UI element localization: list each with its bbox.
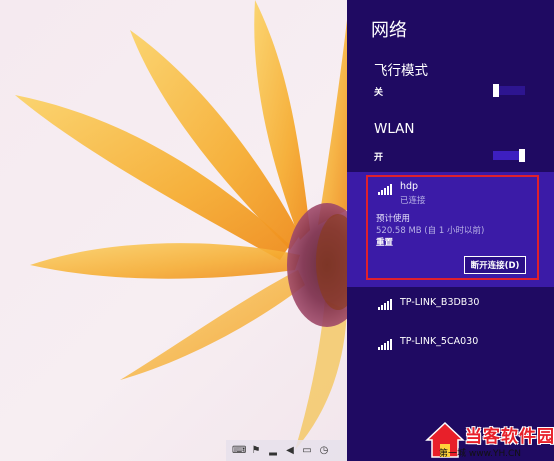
network-icon[interactable]: ▂ [266, 445, 280, 457]
battery-icon[interactable]: ▭ [300, 445, 314, 457]
screen: ⌨ ⚑ ▂ ◀ ▭ ◷ 网络 飞行模式 关 WLAN 开 hdp 已连接 预计使… [0, 0, 554, 461]
connection-status: 已连接 [400, 196, 426, 206]
watermark-subtext: 第一城 www.YH.CN [439, 449, 521, 459]
airplane-mode-toggle[interactable] [493, 84, 525, 97]
network-panel: 网络 飞行模式 关 WLAN 开 hdp 已连接 预计使用 520.58 MB … [347, 0, 554, 461]
toggle-thumb [519, 149, 525, 162]
volume-icon[interactable]: ◀ [283, 445, 297, 457]
network-list-item[interactable]: TP-LINK_B3DB30 [347, 290, 554, 316]
desktop-wallpaper: ⌨ ⚑ ▂ ◀ ▭ ◷ [0, 0, 347, 461]
keyboard-icon[interactable]: ⌨ [232, 445, 246, 457]
reset-usage-link[interactable]: 重置 [376, 236, 393, 248]
usage-value: 520.58 MB (自 1 小时以前) [376, 226, 485, 236]
wlan-heading: WLAN [374, 121, 415, 137]
connected-network-card[interactable]: hdp 已连接 预计使用 520.58 MB (自 1 小时以前) 重置 断开连… [347, 172, 554, 287]
usage-label: 预计使用 [376, 214, 411, 224]
network-name: TP-LINK_5CA030 [400, 336, 479, 347]
toggle-thumb [493, 84, 499, 97]
airplane-mode-heading: 飞行模式 [374, 63, 428, 79]
flag-icon[interactable]: ⚑ [249, 445, 263, 457]
watermark: 当客软件园 第一城 www.YH.CN [425, 418, 554, 461]
airplane-mode-state: 关 [374, 88, 384, 98]
wlan-state: 开 [374, 153, 384, 163]
disconnect-button[interactable]: 断开连接(D) [464, 256, 526, 274]
network-list-item[interactable]: TP-LINK_5CA030 [347, 330, 554, 356]
wifi-signal-icon [378, 183, 392, 195]
flower-wallpaper-image [15, 0, 347, 450]
wifi-signal-icon [378, 338, 392, 350]
system-tray: ⌨ ⚑ ▂ ◀ ▭ ◷ [226, 440, 347, 461]
wlan-toggle[interactable] [493, 149, 525, 162]
clock-icon[interactable]: ◷ [317, 445, 331, 457]
network-name: hdp [400, 181, 419, 192]
watermark-text: 当客软件园 [465, 427, 554, 447]
wifi-signal-icon [378, 298, 392, 310]
panel-title: 网络 [371, 20, 407, 41]
network-name: TP-LINK_B3DB30 [400, 297, 480, 308]
